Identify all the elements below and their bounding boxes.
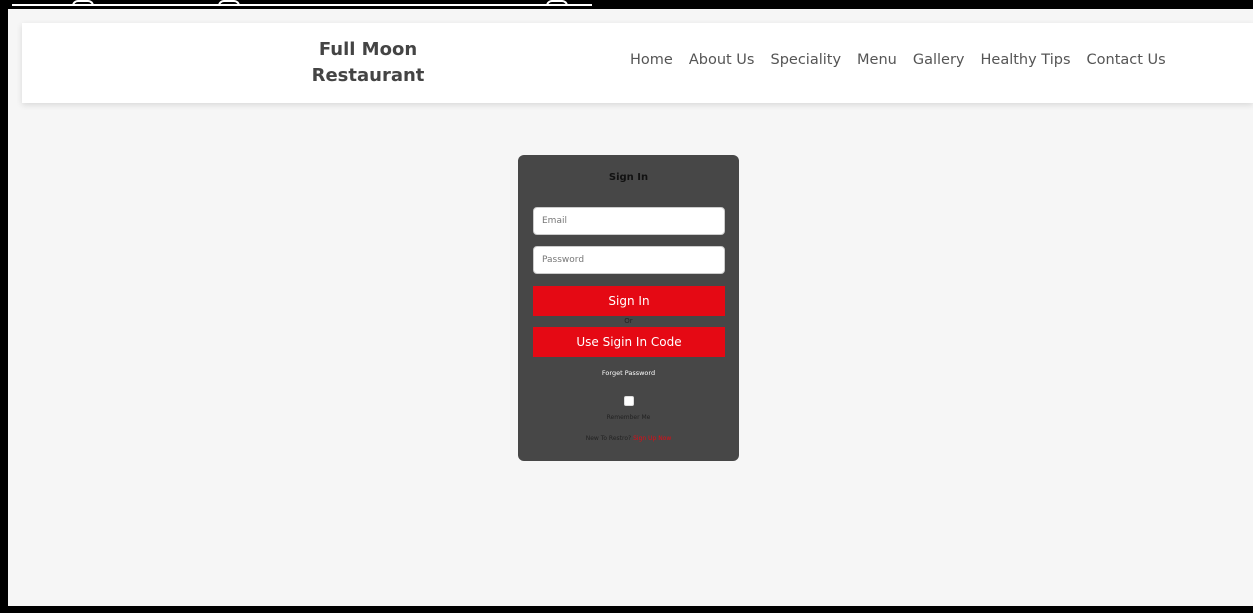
nav-gallery[interactable]: Gallery bbox=[913, 52, 965, 68]
new-to-restro-text: New To Restro? bbox=[585, 435, 632, 442]
signin-button[interactable]: Sign In bbox=[533, 286, 725, 316]
remember-me-label: Remember Me bbox=[606, 414, 651, 421]
signin-code-button[interactable]: Use Sigin In Code bbox=[533, 327, 725, 357]
top-strip-bump bbox=[218, 0, 240, 6]
nav-healthy-tips[interactable]: Healthy Tips bbox=[981, 52, 1071, 68]
nav-about-us[interactable]: About Us bbox=[689, 52, 755, 68]
top-strip-line bbox=[12, 4, 592, 6]
navbar: Full Moon Restaurant Home About Us Speci… bbox=[22, 23, 1253, 103]
nav-speciality[interactable]: Speciality bbox=[770, 52, 841, 68]
nav-contact-us[interactable]: Contact Us bbox=[1087, 52, 1166, 68]
bottom-bar bbox=[0, 606, 1253, 613]
top-strip-bump bbox=[72, 0, 94, 6]
main-nav: Home About Us Speciality Menu Gallery He… bbox=[630, 52, 1166, 68]
top-strip-bump bbox=[546, 0, 568, 6]
signin-card: Sign In Sign In Or Use Sigin In Code For… bbox=[518, 155, 739, 461]
nav-home[interactable]: Home bbox=[630, 52, 673, 68]
brand-line-1: Full Moon bbox=[318, 39, 418, 60]
brand-logo[interactable]: Full Moon Restaurant bbox=[310, 37, 426, 89]
nav-menu[interactable]: Menu bbox=[857, 52, 897, 68]
remember-me-checkbox[interactable] bbox=[624, 396, 634, 406]
signup-link[interactable]: Sign Up Now bbox=[633, 435, 671, 442]
signin-title: Sign In bbox=[608, 172, 649, 183]
or-divider: Or bbox=[624, 317, 633, 325]
page-viewport: Full Moon Restaurant Home About Us Speci… bbox=[8, 9, 1253, 606]
brand-line-2: Restaurant bbox=[311, 65, 425, 86]
password-field[interactable] bbox=[533, 246, 725, 274]
top-strip bbox=[0, 0, 595, 9]
signup-prompt: New To Restro? Sign Up Now bbox=[518, 435, 739, 442]
email-field[interactable] bbox=[533, 207, 725, 235]
forget-password-link[interactable]: Forget Password bbox=[518, 369, 739, 377]
